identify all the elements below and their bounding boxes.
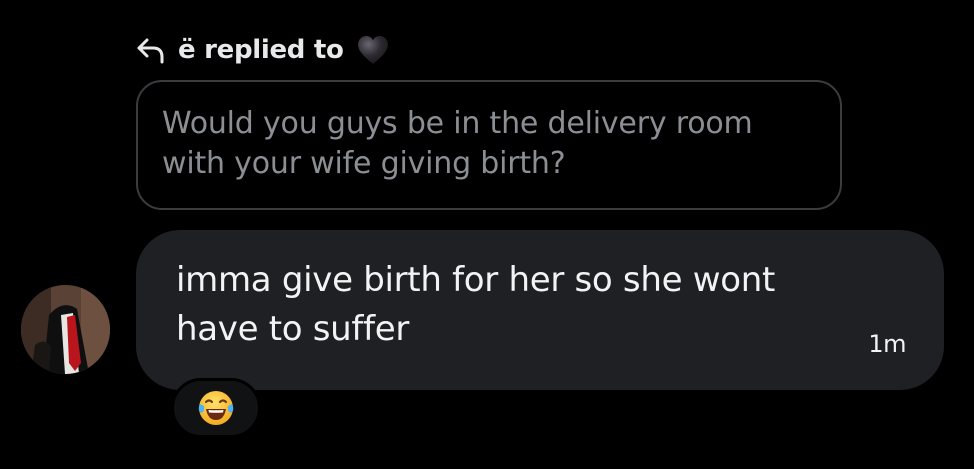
black-heart-icon [356,32,392,68]
message-bubble[interactable]: imma give birth for her so she wont have… [136,230,944,390]
quoted-message[interactable]: Would you guys be in the delivery room w… [136,80,842,210]
face-with-tears-of-joy-icon [196,388,236,428]
reply-context-header: ë replied to [136,30,392,70]
reaction-badge[interactable] [171,378,261,438]
user-avatar[interactable] [21,285,110,374]
reply-arrow-icon [136,34,168,66]
message-text: imma give birth for her so she wont have… [176,260,776,349]
quoted-message-text: Would you guys be in the delivery room w… [162,106,753,181]
message-timestamp: 1m [868,330,906,358]
reply-label: ë replied to [178,35,344,65]
